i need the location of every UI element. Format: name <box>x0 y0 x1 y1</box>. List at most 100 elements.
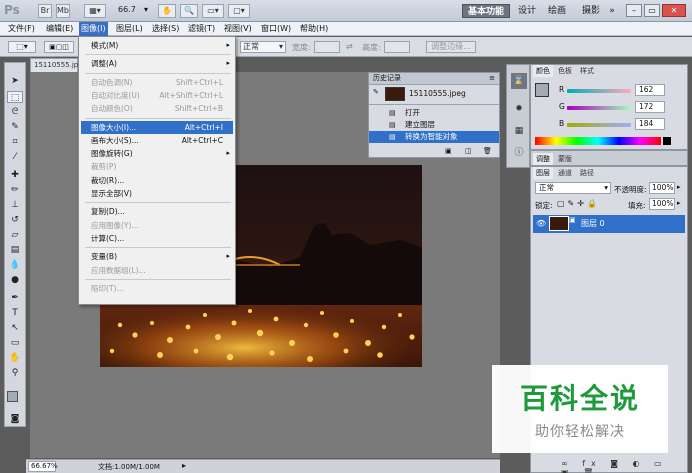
workspace-photography[interactable]: 摄影 <box>580 4 602 18</box>
crop-tool-icon[interactable]: ⌗ <box>7 136 23 148</box>
history-state-selected[interactable]: ▤ 转换为智能对象 <box>369 131 499 143</box>
menu-image[interactable]: 图像(I) <box>79 22 108 36</box>
layer-name[interactable]: 图层 0 <box>581 215 605 233</box>
hand-tool-icon[interactable]: ✋ <box>7 352 23 364</box>
opacity-field[interactable]: 100% <box>649 182 675 194</box>
lasso-tool-icon[interactable]: ᘓ <box>7 106 23 118</box>
healing-brush-tool-icon[interactable]: ✚ <box>7 169 23 181</box>
layer-actions-icons[interactable]: ∞ fx ◙ ◐ ▭ ▣ 🗑 <box>561 459 687 473</box>
black-swatch[interactable] <box>663 137 671 145</box>
fill-field[interactable]: 100% <box>649 198 675 210</box>
gradient-tool-icon[interactable]: ▤ <box>7 244 23 256</box>
panel-menu-icon[interactable]: ≡ <box>489 73 495 84</box>
chevron-down-icon[interactable]: ▾ <box>144 5 148 14</box>
new-document-from-state-icon[interactable]: ▣ <box>445 147 452 155</box>
eraser-tool-icon[interactable]: ▱ <box>7 229 23 241</box>
zoom-tool-icon[interactable]: ⚲ <box>7 367 23 379</box>
menu-edit[interactable]: 编辑(E) <box>44 22 75 36</box>
tab-layers[interactable]: 图层 <box>533 167 553 179</box>
histogram-icon[interactable]: ▦ <box>511 123 527 139</box>
path-select-tool-icon[interactable]: ↖ <box>7 322 23 334</box>
color-ramp[interactable] <box>535 137 661 145</box>
navigator-icon[interactable]: ✸ <box>511 101 527 117</box>
document-tab[interactable]: 15110555.jp <box>30 58 78 72</box>
shape-tool-icon[interactable]: ▭ <box>7 337 23 349</box>
history-state[interactable]: ▤ 建立图层 <box>369 119 499 131</box>
red-value[interactable]: 162 <box>635 84 665 96</box>
minimize-icon[interactable]: – <box>626 4 642 17</box>
zoom-tool-icon[interactable]: 🔍 <box>180 4 198 18</box>
snapshot-name[interactable]: 15110555.jpeg <box>409 89 466 98</box>
history-state[interactable]: ▤ 打开 <box>369 107 499 119</box>
screen-mode-icon[interactable]: ▢▾ <box>228 4 250 18</box>
menu-file[interactable]: 文件(F) <box>6 22 37 36</box>
clone-stamp-tool-icon[interactable]: ⊥ <box>7 199 23 211</box>
minibridge-icon[interactable]: Mb <box>56 4 70 18</box>
marquee-tool-icon[interactable]: ⬚ <box>7 91 23 103</box>
brush-tool-icon[interactable]: ✏ <box>7 184 23 196</box>
selection-mode-icon[interactable]: ▣▢◫ <box>44 41 74 53</box>
fill-arrow-icon[interactable]: ▸ <box>677 199 681 207</box>
snapshot-brush-icon[interactable]: ✎ <box>373 88 383 98</box>
height-field[interactable] <box>384 41 410 53</box>
tab-channels[interactable]: 通道 <box>555 167 575 179</box>
blue-value[interactable]: 184 <box>635 118 665 130</box>
workspace-design[interactable]: 设计 <box>516 4 538 18</box>
close-icon[interactable]: ✕ <box>662 4 686 17</box>
tab-masks[interactable]: 蒙版 <box>555 153 575 165</box>
lock-options-icon[interactable]: ▢✎✛🔒 <box>557 199 600 208</box>
more-workspaces-icon[interactable]: » <box>606 4 618 18</box>
quick-mask-icon[interactable]: ◙ <box>7 413 23 425</box>
quick-select-tool-icon[interactable]: ✎ <box>7 121 23 133</box>
blur-tool-icon[interactable]: 💧 <box>7 259 23 271</box>
foreground-swatch[interactable] <box>535 83 549 97</box>
image-menu-item[interactable]: 图像旋转(G) ▸ <box>81 147 233 160</box>
menu-view[interactable]: 视图(V) <box>222 22 254 36</box>
red-slider[interactable] <box>567 89 631 93</box>
image-menu-item[interactable]: 图像大小(I)... Alt+Ctrl+I <box>81 120 233 134</box>
zoom-status-field[interactable]: 66.67% <box>28 461 58 472</box>
layer-row[interactable]: 👁 ▣ 图层 0 <box>533 215 685 233</box>
move-tool-icon[interactable]: ➤ <box>7 75 23 87</box>
blue-slider[interactable] <box>567 123 631 127</box>
green-value[interactable]: 172 <box>635 101 665 113</box>
image-menu-item[interactable]: 变量(B) ▸ <box>81 250 233 263</box>
type-tool-icon[interactable]: T <box>7 307 23 319</box>
tab-color[interactable]: 颜色 <box>533 65 553 77</box>
view-extras-icon[interactable]: ▦▾ <box>84 4 106 18</box>
workspace-painting[interactable]: 绘画 <box>546 4 568 18</box>
snapshot-thumbnail[interactable] <box>385 87 405 101</box>
green-slider[interactable] <box>567 106 631 110</box>
tab-paths[interactable]: 路径 <box>577 167 597 179</box>
image-menu-item[interactable]: 计算(C)... <box>81 232 233 245</box>
dodge-tool-icon[interactable]: ● <box>7 274 23 286</box>
menu-help[interactable]: 帮助(H) <box>298 22 330 36</box>
width-field[interactable] <box>314 41 340 53</box>
menu-layer[interactable]: 图层(L) <box>114 22 145 36</box>
image-menu-item[interactable]: 显示全部(V) <box>81 187 233 200</box>
menu-window[interactable]: 窗口(W) <box>259 22 293 36</box>
blend-mode-select[interactable]: 正常 ▾ <box>535 182 611 194</box>
history-tab[interactable]: 历史记录 <box>373 73 401 84</box>
pen-tool-icon[interactable]: ✒ <box>7 292 23 304</box>
bridge-icon[interactable]: Br <box>38 4 52 18</box>
tab-swatches[interactable]: 色板 <box>555 65 575 77</box>
arrange-documents-icon[interactable]: ▭▾ <box>202 4 224 18</box>
menu-filter[interactable]: 滤镜(T) <box>186 22 217 36</box>
status-menu-arrow-icon[interactable]: ▸ <box>182 461 186 470</box>
workspace-basic[interactable]: 基本功能 <box>462 4 510 18</box>
hand-tool-icon[interactable]: ✋ <box>158 4 176 18</box>
visibility-eye-icon[interactable]: 👁 <box>536 215 546 233</box>
zoom-level[interactable]: 66.7 <box>118 5 156 14</box>
new-snapshot-icon[interactable]: ◫ <box>465 147 472 155</box>
maximize-icon[interactable]: ▭ <box>644 4 660 17</box>
tab-adjustments[interactable]: 调整 <box>533 153 553 165</box>
delete-icon[interactable]: 🗑 <box>483 147 492 155</box>
image-menu-item[interactable]: 模式(M) ▸ <box>81 39 233 52</box>
foreground-color-swatch[interactable] <box>7 391 18 402</box>
menu-select[interactable]: 选择(S) <box>150 22 181 36</box>
info-icon[interactable]: ⓘ <box>511 145 527 161</box>
refine-edge-button[interactable]: 调整边缘... <box>426 41 476 53</box>
swap-icon[interactable]: ⇄ <box>346 42 353 51</box>
history-panel-icon[interactable]: ⌛ <box>511 73 527 89</box>
